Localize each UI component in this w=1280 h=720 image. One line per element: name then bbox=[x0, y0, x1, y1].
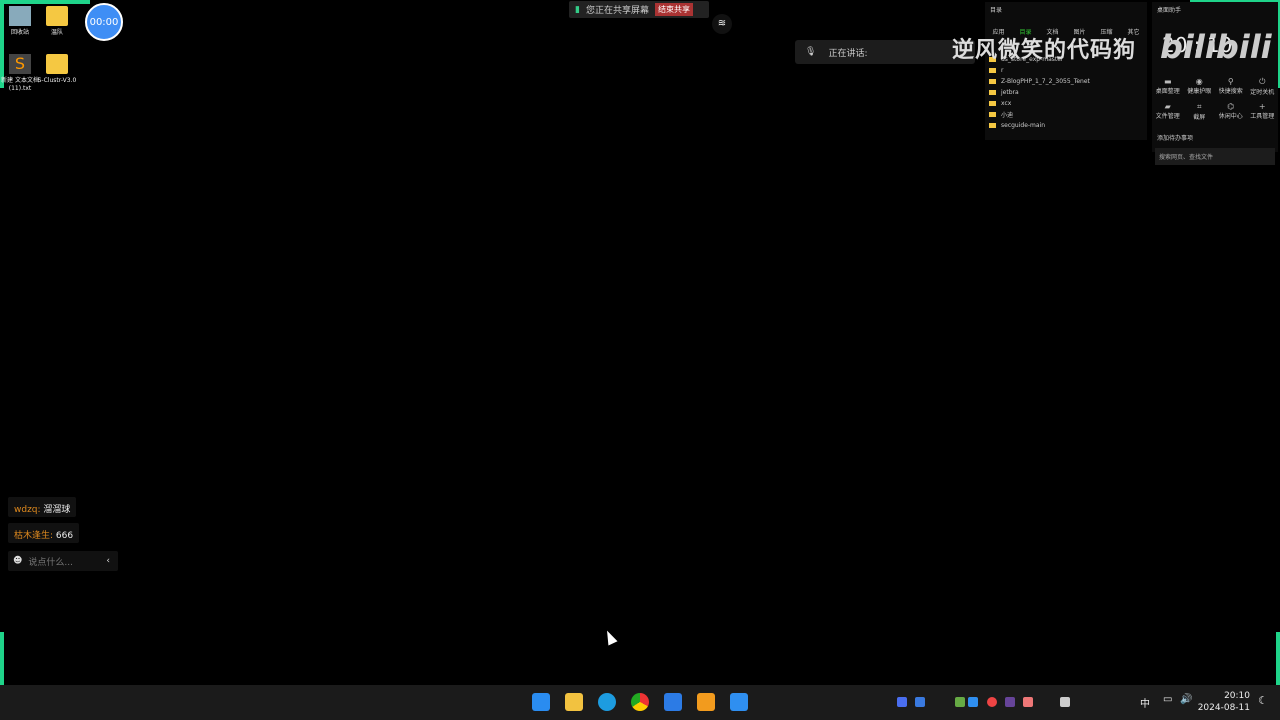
frame-corner bbox=[0, 0, 90, 4]
panel-title: 目录 bbox=[990, 7, 1003, 14]
taskbar: 中 ▭ 🔊 20:10 2024-08-11 ☾ bbox=[0, 685, 1280, 720]
list-item[interactable]: xcx bbox=[985, 98, 1147, 109]
share-bar: ▮ 您正在共享屏幕 结束共享 bbox=[569, 1, 709, 18]
ime-indicator[interactable]: 中 bbox=[1140, 695, 1150, 710]
watermark: 逆风微笑的代码狗 bbox=[952, 38, 1137, 63]
end-share-button[interactable]: 结束共享 bbox=[654, 3, 693, 16]
recycle-bin-icon bbox=[9, 6, 31, 26]
tool-button[interactable]: ⏻ 定时关机 bbox=[1247, 77, 1279, 96]
meeting-icon[interactable] bbox=[730, 693, 748, 711]
meeting-tray-icon[interactable] bbox=[968, 697, 978, 707]
assistant-title: 桌面助手 bbox=[1157, 7, 1182, 14]
chrome-tray-icon[interactable] bbox=[987, 697, 997, 707]
vmware-icon[interactable] bbox=[697, 693, 715, 711]
tool-button[interactable]: ▬ 桌面整理 bbox=[1152, 77, 1184, 96]
layers-icon[interactable]: ≋ bbox=[712, 14, 732, 34]
tool-button[interactable]: ⌬ 休闲中心 bbox=[1215, 102, 1247, 121]
list-item[interactable]: 小迪 bbox=[985, 109, 1147, 120]
file-explorer-icon[interactable] bbox=[565, 693, 583, 711]
tray-app-icon[interactable] bbox=[955, 697, 965, 707]
tool-button[interactable]: ◉ 健康护眼 bbox=[1184, 77, 1216, 96]
chrome-icon[interactable] bbox=[631, 693, 649, 711]
collapse-chevron-icon[interactable]: ‹ bbox=[106, 556, 110, 566]
folder-icon bbox=[989, 90, 996, 95]
tool-button[interactable]: ⌗ 截屏 bbox=[1184, 102, 1216, 121]
system-clock[interactable]: 20:10 2024-08-11 bbox=[1198, 690, 1250, 714]
folder-icon bbox=[989, 79, 996, 84]
folder-icon bbox=[46, 6, 68, 26]
edge-icon[interactable] bbox=[598, 693, 616, 711]
chat-input[interactable]: ☻ 说点什么... ‹ bbox=[8, 551, 118, 571]
speaking-indicator: 🎙 正在讲话: bbox=[795, 40, 975, 64]
tray-app-icon[interactable] bbox=[915, 697, 925, 707]
search-input[interactable]: 搜索网页、查找文件 bbox=[1155, 148, 1275, 165]
tray-app-icon[interactable] bbox=[1023, 697, 1033, 707]
desktop-assistant: 桌面助手 20 : 10 ▬ 桌面整理 ◉ 健康护眼 ⚲ 快捷搜索 ⏻ 定时关机 ▰ 文件… bbox=[1152, 2, 1279, 165]
notification-icon[interactable]: ☾ bbox=[1258, 694, 1268, 707]
list-item[interactable]: jetbra bbox=[985, 87, 1147, 98]
chat-message: wdzq: 溜溜球 bbox=[8, 497, 77, 517]
folder-icon bbox=[989, 101, 996, 106]
tray-app-icon[interactable] bbox=[1005, 697, 1015, 707]
desktop-icon-folder[interactable]: 温队 bbox=[37, 6, 77, 37]
list-item[interactable]: r bbox=[985, 65, 1147, 76]
signal-icon: ▮ bbox=[575, 4, 580, 15]
shield-icon[interactable] bbox=[897, 697, 907, 707]
mouse-cursor bbox=[602, 628, 618, 646]
folder-icon bbox=[989, 123, 996, 128]
folder-icon bbox=[989, 68, 996, 73]
tool-button[interactable]: ▰ 文件管理 bbox=[1152, 102, 1184, 121]
network-icon[interactable]: ▭ bbox=[1163, 694, 1172, 705]
sublime-icon: S bbox=[9, 54, 31, 74]
display-icon[interactable] bbox=[1060, 697, 1070, 707]
desktop-icon-recycle-bin[interactable]: 回收站 bbox=[0, 6, 40, 37]
desktop-icon-folder[interactable]: S-Clustr-V3.0 bbox=[37, 54, 77, 85]
emoji-icon[interactable]: ☻ bbox=[13, 556, 22, 566]
bilibili-logo: bilibili bbox=[1160, 28, 1272, 66]
list-item[interactable]: Z-BlogPHP_1_7_2_3055_Tenet bbox=[985, 76, 1147, 87]
file-panel: 目录 应用 目录 文档 图片 压缩 其它 ds_store_exp-master r Z-… bbox=[985, 2, 1147, 140]
add-todo-button[interactable]: 添加待办事项 bbox=[1157, 133, 1273, 142]
desktop-icon-textfile[interactable]: S 新建 文本文档 (11).txt bbox=[0, 54, 40, 93]
start-icon[interactable] bbox=[532, 693, 550, 711]
list-item[interactable]: secguide-main bbox=[985, 120, 1147, 131]
recording-timer[interactable]: 00:00 bbox=[85, 3, 123, 41]
folder-icon bbox=[46, 54, 68, 74]
volume-icon[interactable]: 🔊 bbox=[1180, 694, 1192, 705]
chat-message: 枯木逢生: 666 bbox=[8, 523, 80, 543]
folder-icon bbox=[989, 112, 996, 117]
tool-button[interactable]: + 工具管理 bbox=[1247, 102, 1279, 121]
tool-button[interactable]: ⚲ 快捷搜索 bbox=[1215, 77, 1247, 96]
app-icon[interactable] bbox=[664, 693, 682, 711]
mic-icon: 🎙 bbox=[805, 47, 817, 57]
